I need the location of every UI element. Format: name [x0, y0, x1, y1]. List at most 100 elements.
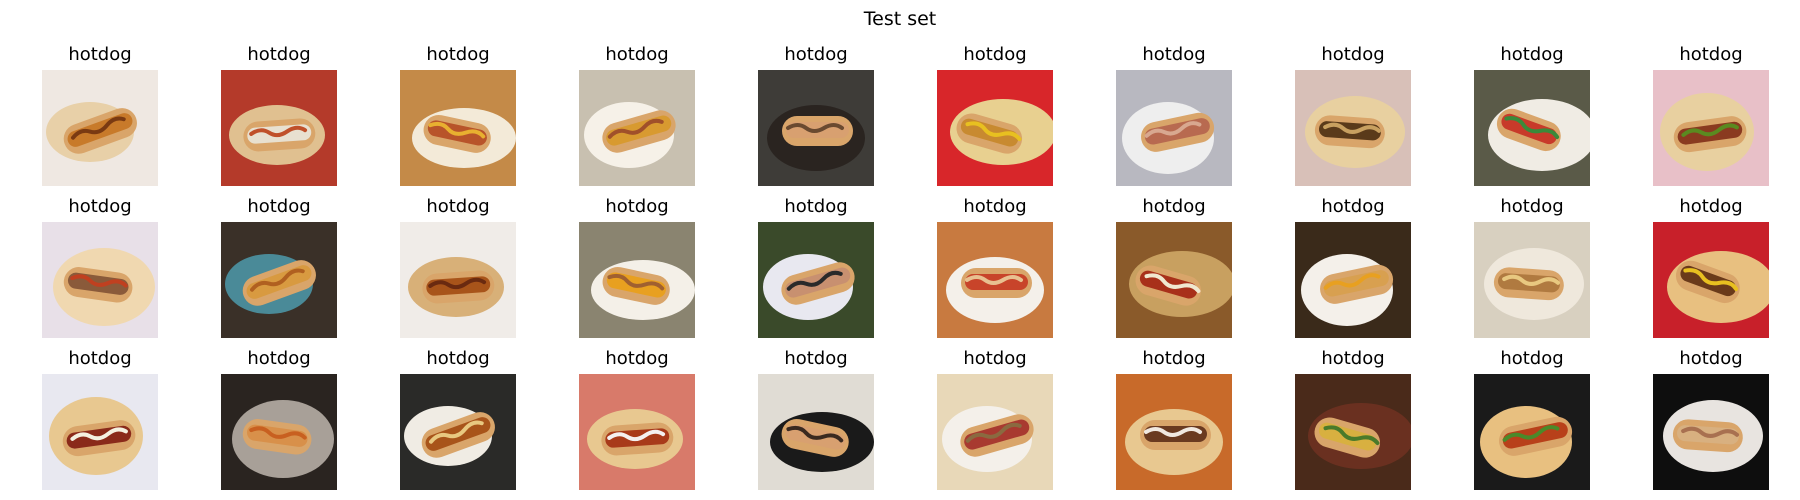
- photo-thumbnail: [221, 222, 337, 338]
- panel-label: hotdog: [426, 348, 490, 369]
- image-panel: hotdog: [758, 349, 874, 492]
- image-panel: hotdog: [1474, 197, 1590, 340]
- photo-thumbnail: [1116, 374, 1232, 490]
- hotdog-onions-photo: [221, 70, 337, 186]
- panel-label: hotdog: [68, 348, 132, 369]
- chili-dog-salad-photo: [1474, 374, 1590, 490]
- image-panel: hotdog: [221, 45, 337, 188]
- panel-label: hotdog: [1679, 196, 1743, 217]
- hotdog-fries-closeup-photo: [1116, 374, 1232, 490]
- hotdog-foam-box-photo: [1116, 70, 1232, 186]
- image-panel: hotdog: [937, 197, 1053, 340]
- person-holding-hotdog-photo: [758, 374, 874, 490]
- panel-label: hotdog: [963, 44, 1027, 65]
- photo-thumbnail: [221, 70, 337, 186]
- hotdog-beer-photo: [1295, 222, 1411, 338]
- image-panel: hotdog: [1474, 349, 1590, 492]
- panel-label: hotdog: [784, 44, 848, 65]
- photo-thumbnail: [400, 70, 516, 186]
- panel-label: hotdog: [68, 196, 132, 217]
- photo-thumbnail: [579, 374, 695, 490]
- image-panel: hotdog: [400, 349, 516, 492]
- person-eating-photo: [758, 70, 874, 186]
- photo-thumbnail: [1295, 70, 1411, 186]
- photo-thumbnail: [1116, 70, 1232, 186]
- photo-thumbnail: [400, 222, 516, 338]
- image-panel: hotdog: [42, 197, 158, 340]
- hotdog-foam-tray-photo: [1474, 222, 1590, 338]
- image-grid: hotdog hotdog hotdog hotdog hotdog hotdog hotd…: [42, 44, 1769, 490]
- photo-thumbnail: [1295, 374, 1411, 490]
- photo-thumbnail: [758, 374, 874, 490]
- cheese-dog-paper-photo: [579, 222, 695, 338]
- chili-dog-napkin-photo: [400, 374, 516, 490]
- image-panel: hotdog: [1116, 197, 1232, 340]
- image-panel: hotdog: [42, 349, 158, 492]
- image-panel: hotdog: [42, 45, 158, 188]
- panel-label: hotdog: [247, 196, 311, 217]
- photo-thumbnail: [937, 374, 1053, 490]
- panel-label: hotdog: [426, 44, 490, 65]
- image-panel: hotdog: [1116, 45, 1232, 188]
- image-panel: hotdog: [221, 197, 337, 340]
- image-panel: hotdog: [1653, 197, 1769, 340]
- photo-thumbnail: [937, 222, 1053, 338]
- photo-thumbnail: [42, 374, 158, 490]
- image-panel: hotdog: [1653, 349, 1769, 492]
- hotdog-onions-pickle-photo: [42, 374, 158, 490]
- image-panel: hotdog: [758, 197, 874, 340]
- figure-title: Test set: [863, 8, 937, 30]
- panel-label: hotdog: [1500, 196, 1564, 217]
- hotdog-relish-photo: [1653, 70, 1769, 186]
- two-hotdogs-paper-photo: [937, 222, 1053, 338]
- photo-thumbnail: [1295, 222, 1411, 338]
- photo-thumbnail: [758, 70, 874, 186]
- photo-thumbnail: [221, 374, 337, 490]
- photo-thumbnail: [1474, 70, 1590, 186]
- panel-label: hotdog: [963, 348, 1027, 369]
- image-panel: hotdog: [1295, 349, 1411, 492]
- image-panel: hotdog: [400, 45, 516, 188]
- panel-label: hotdog: [1142, 44, 1206, 65]
- photo-thumbnail: [937, 70, 1053, 186]
- hotdog-fries-box-photo: [579, 70, 695, 186]
- person-outdoors-photo: [758, 222, 874, 338]
- photo-thumbnail: [400, 374, 516, 490]
- photo-thumbnail: [1474, 374, 1590, 490]
- image-panel: hotdog: [1116, 349, 1232, 492]
- panel-label: hotdog: [1321, 44, 1385, 65]
- loaded-hotdogs-photo: [1116, 222, 1232, 338]
- hotdog-red-paper-photo: [579, 374, 695, 490]
- image-panel: hotdog: [579, 349, 695, 492]
- image-panel: hotdog: [579, 197, 695, 340]
- image-panel: hotdog: [221, 349, 337, 492]
- photo-thumbnail: [758, 222, 874, 338]
- panel-label: hotdog: [1679, 44, 1743, 65]
- image-panel: hotdog: [579, 45, 695, 188]
- photo-thumbnail: [42, 70, 158, 186]
- panel-label: hotdog: [1321, 348, 1385, 369]
- panel-label: hotdog: [1321, 196, 1385, 217]
- panel-label: hotdog: [426, 196, 490, 217]
- panel-label: hotdog: [605, 44, 669, 65]
- photo-thumbnail: [1653, 222, 1769, 338]
- hotdog-plate-photo: [1474, 70, 1590, 186]
- panel-label: hotdog: [247, 44, 311, 65]
- photo-thumbnail: [579, 222, 695, 338]
- photo-thumbnail: [1116, 222, 1232, 338]
- chili-dog-chips-photo: [1295, 70, 1411, 186]
- panel-label: hotdog: [1679, 348, 1743, 369]
- chili-dog-blue-plate-photo: [221, 222, 337, 338]
- panel-label: hotdog: [1142, 348, 1206, 369]
- loaded-nacho-dog-photo: [1295, 374, 1411, 490]
- panel-label: hotdog: [1142, 196, 1206, 217]
- hand-holding-dog-photo: [1653, 374, 1769, 490]
- panel-label: hotdog: [784, 348, 848, 369]
- image-panel: hotdog: [400, 197, 516, 340]
- photo-thumbnail: [579, 70, 695, 186]
- hotdog-fries-red-photo: [1653, 222, 1769, 338]
- panel-label: hotdog: [605, 348, 669, 369]
- panel-label: hotdog: [963, 196, 1027, 217]
- image-panel: hotdog: [1474, 45, 1590, 188]
- image-panel: hotdog: [1653, 45, 1769, 188]
